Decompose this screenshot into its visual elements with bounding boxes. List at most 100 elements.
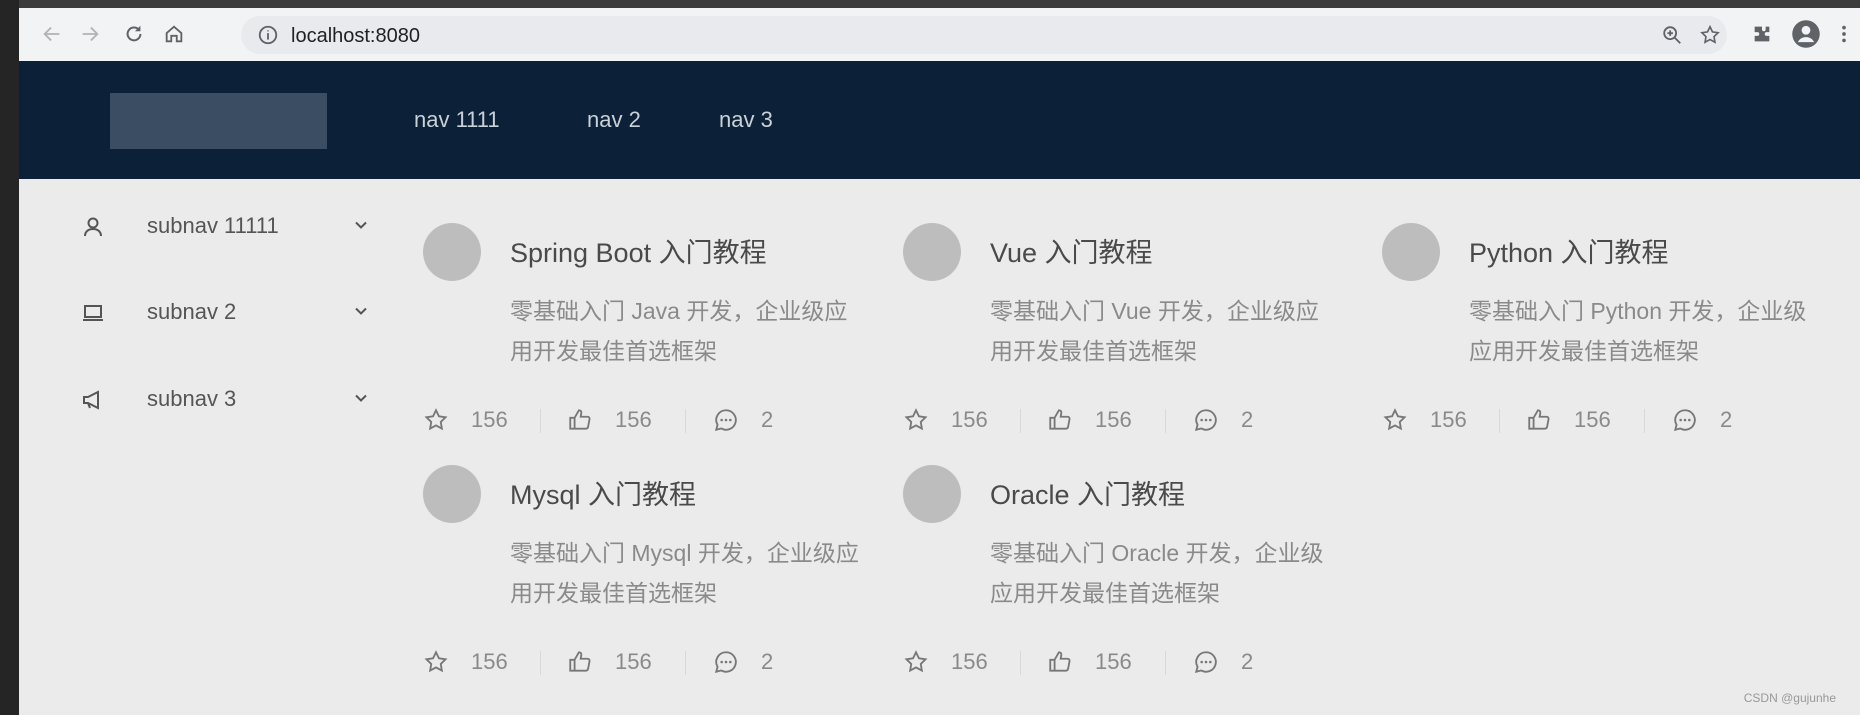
message-icon [714, 409, 737, 432]
avatar [423, 223, 481, 281]
comment-action[interactable]: 2 [713, 647, 773, 677]
avatar [903, 223, 961, 281]
card-title[interactable]: Oracle 入门教程 [990, 473, 1185, 512]
star-count: 156 [951, 407, 988, 432]
like-icon [1528, 409, 1550, 430]
star-count: 156 [951, 649, 988, 674]
more-vert-icon [1842, 25, 1846, 43]
comment-count: 2 [761, 649, 774, 674]
like-icon [569, 409, 591, 430]
window-left-edge [0, 0, 19, 715]
message-icon [1194, 409, 1217, 432]
star-action[interactable]: 156 [423, 405, 508, 435]
reload-button[interactable] [119, 19, 149, 49]
like-count: 156 [1574, 407, 1611, 432]
like-action[interactable]: 156 [567, 405, 652, 435]
message-icon [1194, 651, 1217, 674]
home-button[interactable] [159, 19, 189, 49]
like-count: 156 [1095, 407, 1132, 432]
star-action[interactable]: 156 [903, 405, 988, 435]
message-icon [1673, 409, 1696, 432]
comment-count: 2 [761, 407, 774, 432]
divider [1020, 409, 1021, 433]
reload-icon [126, 25, 142, 42]
star-icon [424, 408, 448, 431]
comment-count: 2 [1720, 407, 1733, 432]
comment-count: 2 [1241, 649, 1254, 674]
star-count: 156 [471, 407, 508, 432]
forward-button[interactable] [75, 19, 105, 49]
like-icon [1049, 651, 1071, 672]
like-icon [1049, 409, 1071, 430]
divider [685, 651, 686, 675]
star-action[interactable]: 156 [1382, 405, 1467, 435]
logo[interactable] [110, 93, 327, 149]
comment-action[interactable]: 2 [1193, 647, 1253, 677]
card-title[interactable]: Spring Boot 入门教程 [510, 231, 767, 270]
user-icon [84, 217, 102, 237]
comment-action[interactable]: 2 [713, 405, 773, 435]
top-nav-item-3[interactable]: nav 3 [719, 107, 773, 133]
like-count: 156 [615, 649, 652, 674]
main-content: subnav 11111 subnav 2 subnav 3 Spring Bo… [19, 179, 1860, 715]
message-icon [714, 651, 737, 674]
card-actions: 156 156 2 [903, 405, 1343, 435]
like-action[interactable]: 156 [1047, 405, 1132, 435]
avatar [1382, 223, 1440, 281]
sidebar-item-label: subnav 11111 [147, 213, 279, 238]
sidebar-item-subnav-2[interactable]: subnav 2 [61, 291, 371, 331]
bookmark-star-icon[interactable] [1697, 22, 1723, 48]
menu-button[interactable] [1829, 19, 1859, 49]
sidebar-item-subnav-1[interactable]: subnav 11111 [61, 205, 371, 245]
profile-button[interactable] [1791, 19, 1821, 49]
chevron-down-icon [355, 221, 367, 229]
like-action[interactable]: 156 [567, 647, 652, 677]
extensions-button[interactable] [1747, 19, 1777, 49]
card-title[interactable]: Mysql 入门教程 [510, 473, 696, 512]
course-card[interactable]: Vue 入门教程 零基础入门 Vue 开发，企业级应用开发最佳首选框架 156 … [903, 223, 1373, 453]
like-action[interactable]: 156 [1047, 647, 1132, 677]
top-nav-item-2[interactable]: nav 2 [587, 107, 641, 133]
divider [1644, 409, 1645, 433]
star-count: 156 [1430, 407, 1467, 432]
puzzle-icon [1754, 26, 1770, 42]
chevron-down-icon [355, 307, 367, 315]
chevron-down-icon [355, 394, 367, 402]
card-title[interactable]: Vue 入门教程 [990, 231, 1153, 270]
divider [1165, 651, 1166, 675]
card-title[interactable]: Python 入门教程 [1469, 231, 1669, 270]
top-nav-item-1[interactable]: nav 1111 [414, 107, 500, 133]
info-icon[interactable] [257, 24, 279, 51]
course-card[interactable]: Python 入门教程 零基础入门 Python 开发，企业级应用开发最佳首选框… [1382, 223, 1852, 453]
card-description: 零基础入门 Vue 开发，企业级应用开发最佳首选框架 [990, 298, 1319, 364]
like-icon [569, 651, 591, 672]
divider [1020, 651, 1021, 675]
card-actions: 156 156 2 [1382, 405, 1822, 435]
browser-toolbar: localhost:8080 [19, 8, 1860, 61]
star-icon [1383, 408, 1407, 431]
card-actions: 156 156 2 [423, 647, 863, 677]
comment-action[interactable]: 2 [1672, 405, 1732, 435]
app-header: nav 1111 nav 2 nav 3 [19, 61, 1860, 179]
avatar [423, 465, 481, 523]
course-card[interactable]: Mysql 入门教程 零基础入门 Mysql 开发，企业级应用开发最佳首选框架 … [423, 465, 893, 695]
star-action[interactable]: 156 [423, 647, 508, 677]
like-action[interactable]: 156 [1526, 405, 1611, 435]
divider [685, 409, 686, 433]
watermark: CSDN @gujunhe [1743, 691, 1836, 705]
sidebar-item-subnav-3[interactable]: subnav 3 [61, 378, 371, 418]
course-card[interactable]: Spring Boot 入门教程 零基础入门 Java 开发，企业级应用开发最佳… [423, 223, 893, 453]
divider [540, 651, 541, 675]
divider [1499, 409, 1500, 433]
notification-icon [83, 390, 99, 410]
zoom-icon[interactable] [1659, 22, 1685, 48]
card-description: 零基础入门 Python 开发，企业级应用开发最佳首选框架 [1469, 298, 1807, 364]
comment-action[interactable]: 2 [1193, 405, 1253, 435]
address-bar[interactable]: localhost:8080 [241, 16, 1727, 54]
like-count: 156 [615, 407, 652, 432]
back-button[interactable] [37, 19, 67, 49]
course-card[interactable]: Oracle 入门教程 零基础入门 Oracle 开发，企业级应用开发最佳首选框… [903, 465, 1373, 695]
star-icon [904, 650, 928, 673]
star-action[interactable]: 156 [903, 647, 988, 677]
url-text[interactable]: localhost:8080 [291, 25, 420, 48]
